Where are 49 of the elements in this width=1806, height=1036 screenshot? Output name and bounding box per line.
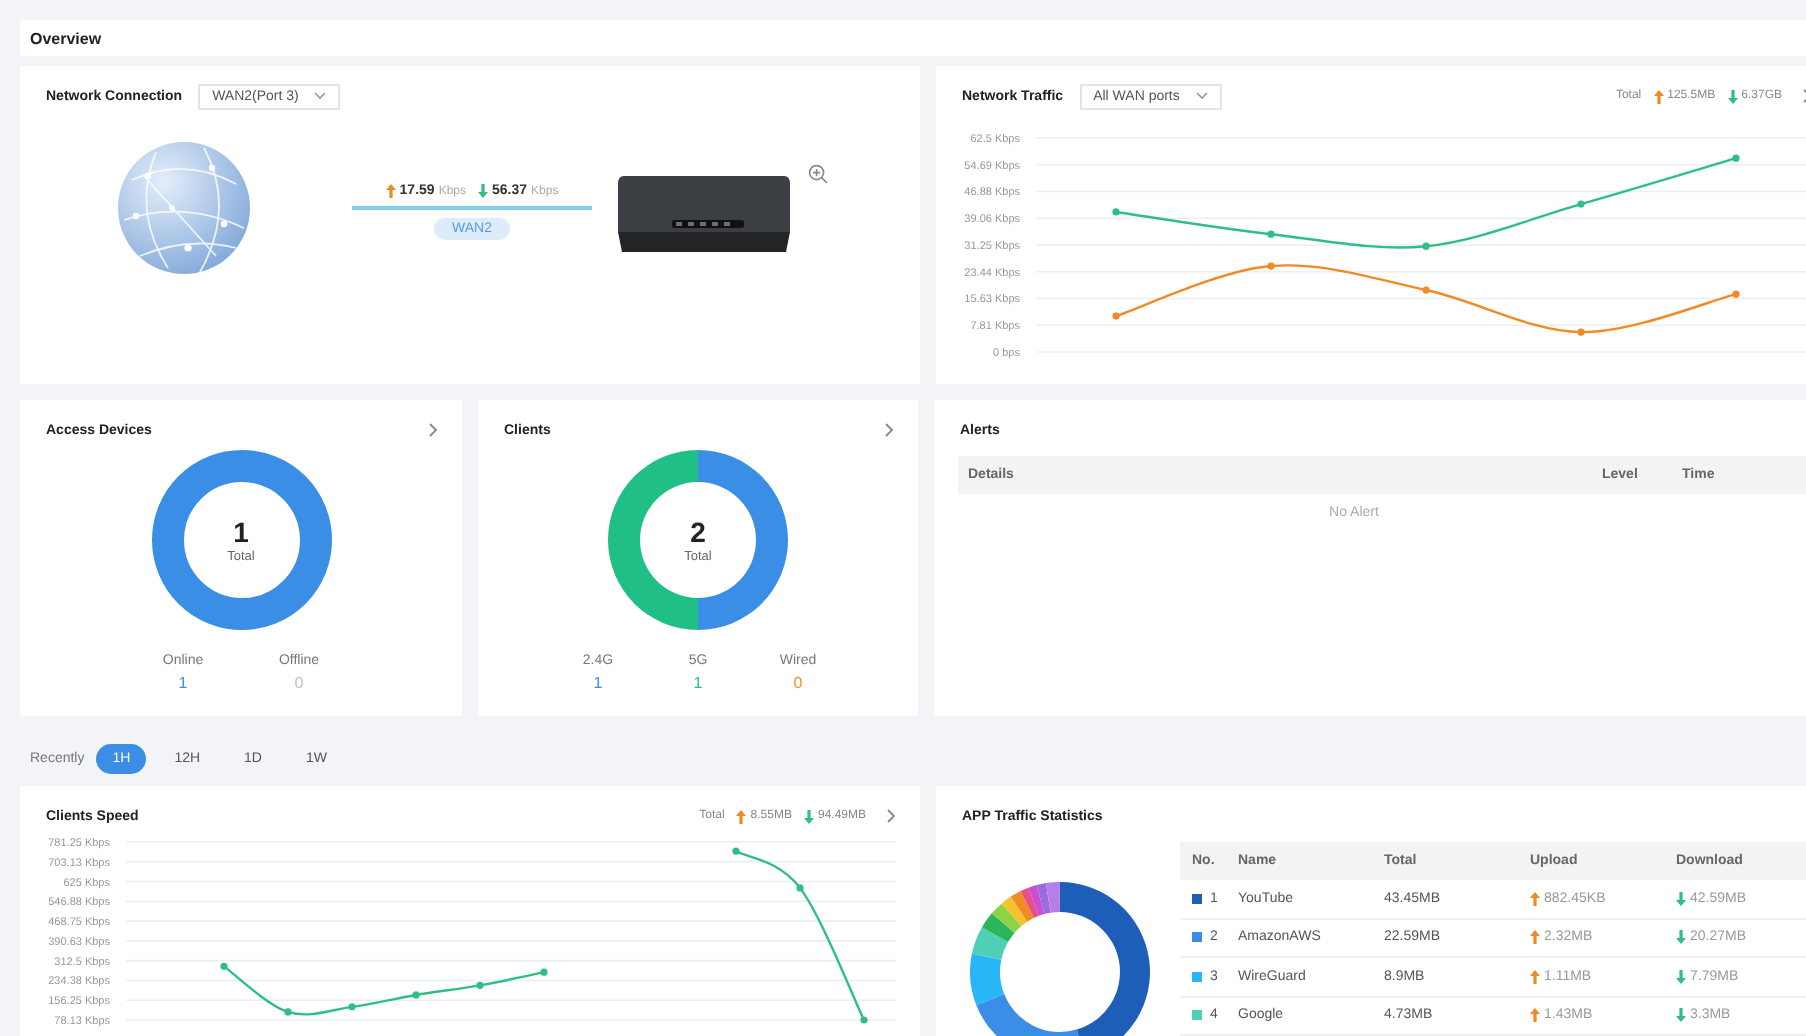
download-arrow-icon [1676,969,1686,984]
stat-value: 1 [593,674,603,692]
caret-icon [1195,92,1208,100]
total-count: 1 [233,517,249,545]
chevron-right-icon[interactable] [428,422,438,438]
chevron-right-icon[interactable] [886,808,896,824]
caret-icon [314,92,327,100]
data-point [1577,200,1585,208]
data-point [412,991,420,999]
upload-arrow-icon [1530,930,1540,945]
data-point [1732,154,1740,162]
data-point [1112,208,1120,216]
data-point [1267,262,1275,270]
total-count: 2 [690,517,706,545]
upload-arrow-icon [385,184,396,198]
data-point [284,1008,292,1016]
router-icon [616,172,792,256]
download-arrow-icon [1727,89,1738,103]
stat-value: 0 [793,674,803,692]
data-point [796,884,804,892]
upload-arrow-icon [1530,891,1540,906]
data-point [1112,312,1120,320]
data-point [348,1003,356,1011]
upload-arrow-icon [736,809,747,823]
data-point [732,847,740,855]
chevron-right-icon[interactable] [884,422,894,438]
data-point [860,1016,868,1024]
download-arrow-icon [478,184,488,198]
data-point [540,968,548,976]
download-arrow-icon [803,809,814,823]
upload-arrow-icon [1530,1008,1540,1023]
stat-value: 1 [693,674,703,692]
globe-icon [116,140,252,276]
data-point [476,981,484,989]
data-point [1732,290,1740,298]
download-arrow-icon [1676,930,1686,945]
download-arrow-icon [1676,891,1686,906]
data-point [1422,242,1430,250]
upload-arrow-icon [1530,969,1540,984]
zoom-in-icon[interactable] [808,164,828,184]
data-point [220,962,228,970]
upload-arrow-icon [1653,89,1664,103]
stat-value: 0 [294,674,304,692]
stat-value: 1 [178,674,188,692]
page-title: Overview [30,29,102,47]
data-point [1267,230,1275,238]
data-point [1577,328,1585,336]
download-arrow-icon [1676,1008,1686,1023]
data-point [1422,286,1430,294]
